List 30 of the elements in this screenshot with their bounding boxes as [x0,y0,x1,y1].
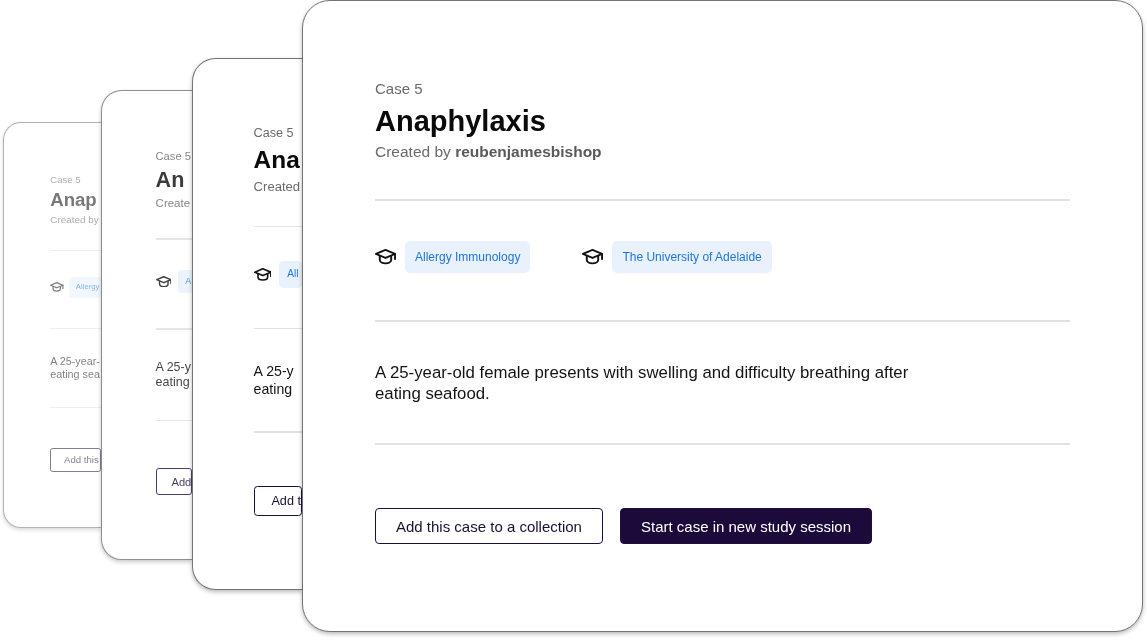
case-number: Case 5 [375,80,423,98]
case-description: A 25-y eating [155,359,191,391]
outline-button[interactable]: Add this case to a collection [375,508,603,544]
outline-button[interactable]: Add this [50,448,101,472]
case-title: Ana [253,144,300,175]
author-line: Created by reubenjamesbishop [375,143,602,161]
outline-button[interactable]: Add [155,468,192,495]
graduation-cap-icon [253,268,272,281]
case-title: Anaphylaxis [375,104,546,139]
primary-button[interactable]: Start case in new study session [619,508,873,544]
author-line: Create [155,196,191,210]
outline-button[interactable]: Add t [253,485,302,517]
case-description: A 25-year- eating sea [50,354,100,382]
category-tag: Allergy Immunology [405,241,531,273]
category-tag: The University of Adelaide [612,241,772,273]
graduation-cap-icon [155,275,172,288]
case-number: Case 5 [50,173,81,186]
category-tag: All [278,261,302,288]
case-title: Anap [50,188,97,212]
case-number: Case 5 [253,125,294,141]
graduation-cap-icon [375,249,396,265]
case-title: An [155,166,185,194]
author-line: Created [253,178,301,194]
case-number: Case 5 [155,149,191,164]
case-description: A 25-year-old female presents with swelling and difficulty breathing after eating seafood. [375,362,909,404]
graduation-cap-icon [50,282,64,293]
case-description: A 25-y eating [253,362,294,399]
category-tag: A [177,269,192,294]
author-line: Created by [50,214,99,226]
graduation-cap-icon [582,249,604,265]
